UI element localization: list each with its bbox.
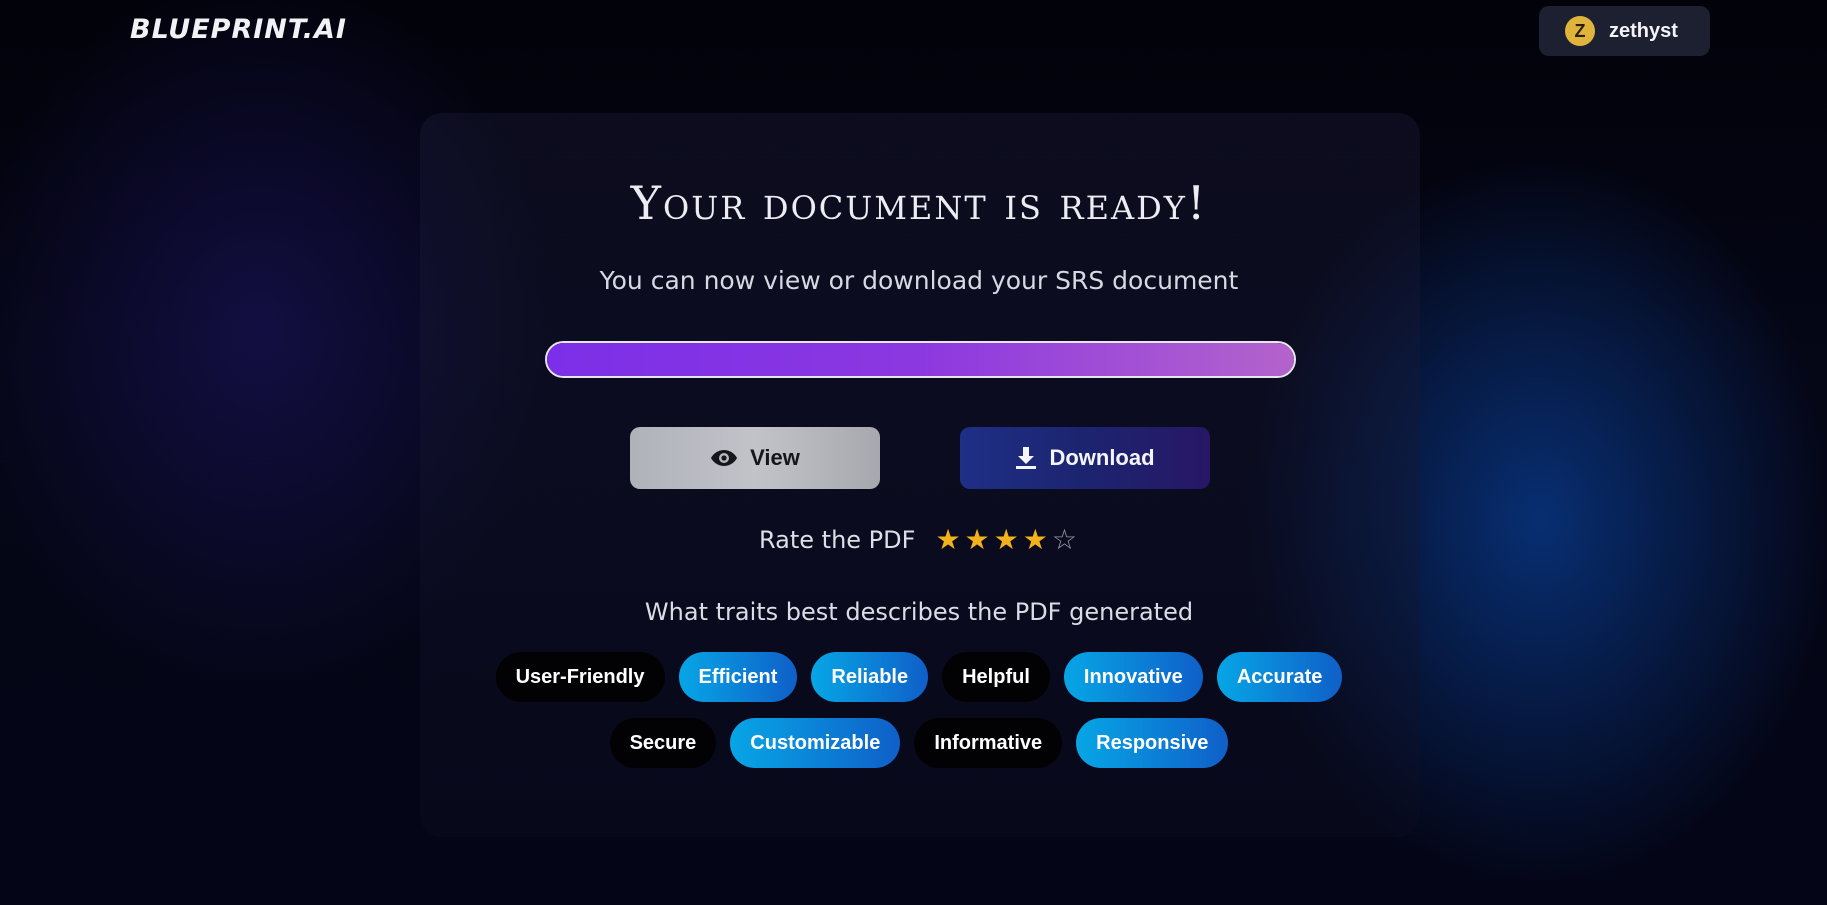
- trait-chip-user-friendly[interactable]: User-Friendly: [495, 652, 665, 702]
- progress-bar: [545, 341, 1296, 378]
- trait-chip-efficient[interactable]: Efficient: [678, 652, 798, 702]
- trait-chip-reliable[interactable]: Reliable: [811, 652, 929, 702]
- trait-chip-secure[interactable]: Secure: [609, 718, 717, 768]
- traits-row-2: Secure Customizable Informative Responsi…: [0, 718, 1827, 768]
- eye-icon: [710, 448, 738, 468]
- rating-label: Rate the PDF: [759, 526, 916, 554]
- download-button[interactable]: Download: [960, 427, 1210, 489]
- page-subtitle: You can now view or download your SRS do…: [599, 266, 1239, 295]
- download-button-label: Download: [1049, 445, 1155, 470]
- view-button-label: View: [750, 445, 800, 470]
- star-icon-4[interactable]: ★: [1023, 526, 1048, 554]
- trait-chip-informative[interactable]: Informative: [914, 718, 1063, 768]
- page-title: Your document is ready!: [630, 176, 1208, 230]
- progress-bar-fill: [547, 343, 1294, 376]
- avatar: Z: [1565, 16, 1595, 46]
- trait-chip-innovative[interactable]: Innovative: [1063, 652, 1203, 702]
- app-logo[interactable]: BLUEPRINT.AI: [130, 14, 347, 45]
- trait-chip-helpful[interactable]: Helpful: [942, 652, 1050, 702]
- trait-chip-accurate[interactable]: Accurate: [1216, 652, 1343, 702]
- username-label: zethyst: [1609, 19, 1678, 42]
- user-menu-button[interactable]: Z zethyst: [1539, 6, 1710, 56]
- download-icon: [1015, 446, 1037, 470]
- rating-row: Rate the PDF ★ ★ ★ ★ ☆: [0, 526, 1827, 555]
- trait-chip-responsive[interactable]: Responsive: [1076, 718, 1229, 768]
- star-icon-5[interactable]: ☆: [1052, 526, 1077, 554]
- star-icon-1[interactable]: ★: [935, 526, 960, 554]
- trait-chip-customizable[interactable]: Customizable: [730, 718, 901, 768]
- traits-row-1: User-Friendly Efficient Reliable Helpful…: [0, 652, 1827, 702]
- top-bar: BLUEPRINT.AI Z zethyst: [0, 0, 1827, 62]
- view-button[interactable]: View: [630, 427, 880, 489]
- star-icon-3[interactable]: ★: [994, 526, 1019, 554]
- star-icon-2[interactable]: ★: [965, 526, 990, 554]
- traits-question: What traits best describes the PDF gener…: [644, 598, 1194, 626]
